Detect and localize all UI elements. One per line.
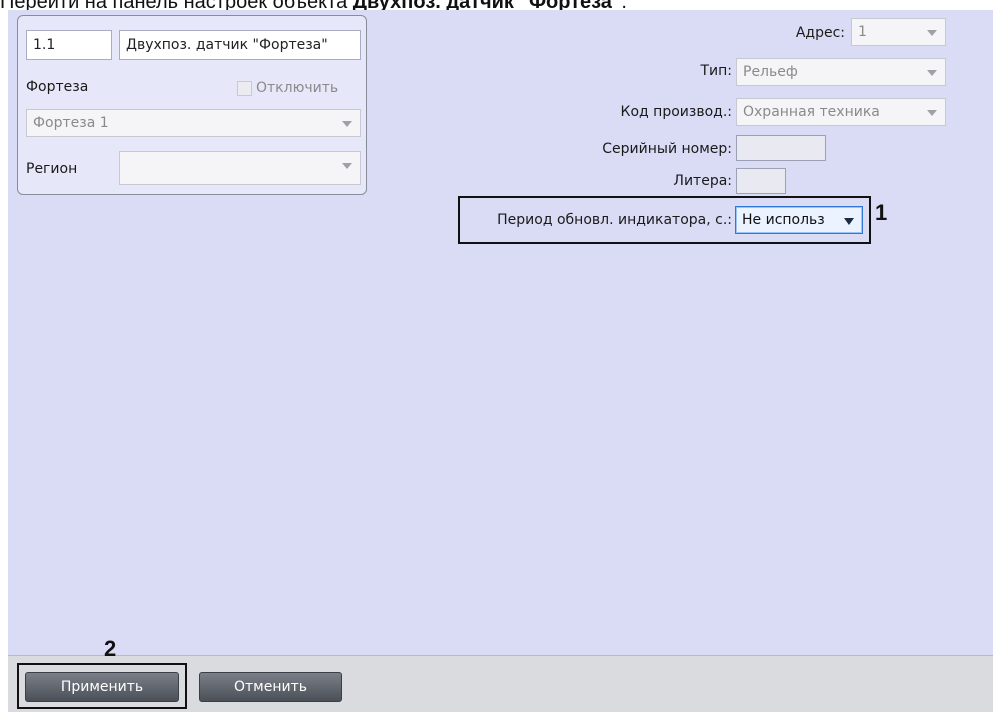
serial-input[interactable] — [736, 135, 826, 161]
chevron-down-icon — [927, 30, 937, 36]
checkbox-icon — [237, 80, 252, 96]
parent-combo[interactable]: Фортеза 1 — [26, 109, 361, 137]
marker-2: 2 — [104, 636, 117, 661]
region-combo[interactable] — [119, 151, 361, 185]
address-label: Адрес: — [795, 25, 845, 41]
chevron-down-icon — [844, 218, 854, 225]
marker-1: 1 — [875, 200, 888, 225]
chevron-down-icon — [927, 70, 937, 76]
parent-combo-value: Фортеза 1 — [33, 115, 109, 131]
apply-button[interactable]: Применить — [25, 672, 179, 702]
type-label: Тип: — [700, 63, 732, 79]
chevron-down-icon — [927, 110, 937, 116]
address-value: 1 — [858, 24, 867, 40]
chevron-down-icon — [342, 163, 352, 169]
object-groupbox: 1.1 Двухпоз. датчик "Фортеза" Фортеза От… — [17, 15, 367, 195]
letter-input[interactable] — [736, 168, 786, 194]
period-value: Не использ — [742, 212, 825, 228]
serial-label: Серийный номер: — [602, 141, 732, 157]
object-id-field[interactable]: 1.1 — [26, 30, 112, 60]
period-label: Период обновл. индикатора, с.: — [497, 212, 732, 228]
manufacturer-combo[interactable]: Охранная техника — [736, 98, 946, 126]
type-combo[interactable]: Рельеф — [736, 58, 946, 86]
type-value: Рельеф — [743, 64, 798, 80]
address-combo[interactable]: 1 — [851, 18, 946, 46]
manufacturer-label: Код производ.: — [620, 104, 732, 120]
chevron-down-icon — [342, 121, 352, 127]
disable-label: Отключить — [256, 80, 339, 96]
letter-label: Литера: — [673, 173, 732, 189]
parent-label: Фортеза — [26, 79, 89, 95]
manufacturer-value: Охранная техника — [743, 104, 880, 120]
disable-checkbox[interactable]: Отключить — [237, 80, 338, 96]
cancel-button[interactable]: Отменить — [199, 672, 342, 702]
region-label: Регион — [26, 161, 78, 177]
object-name-field[interactable]: Двухпоз. датчик "Фортеза" — [119, 30, 361, 60]
period-combo[interactable]: Не использ — [735, 206, 863, 234]
